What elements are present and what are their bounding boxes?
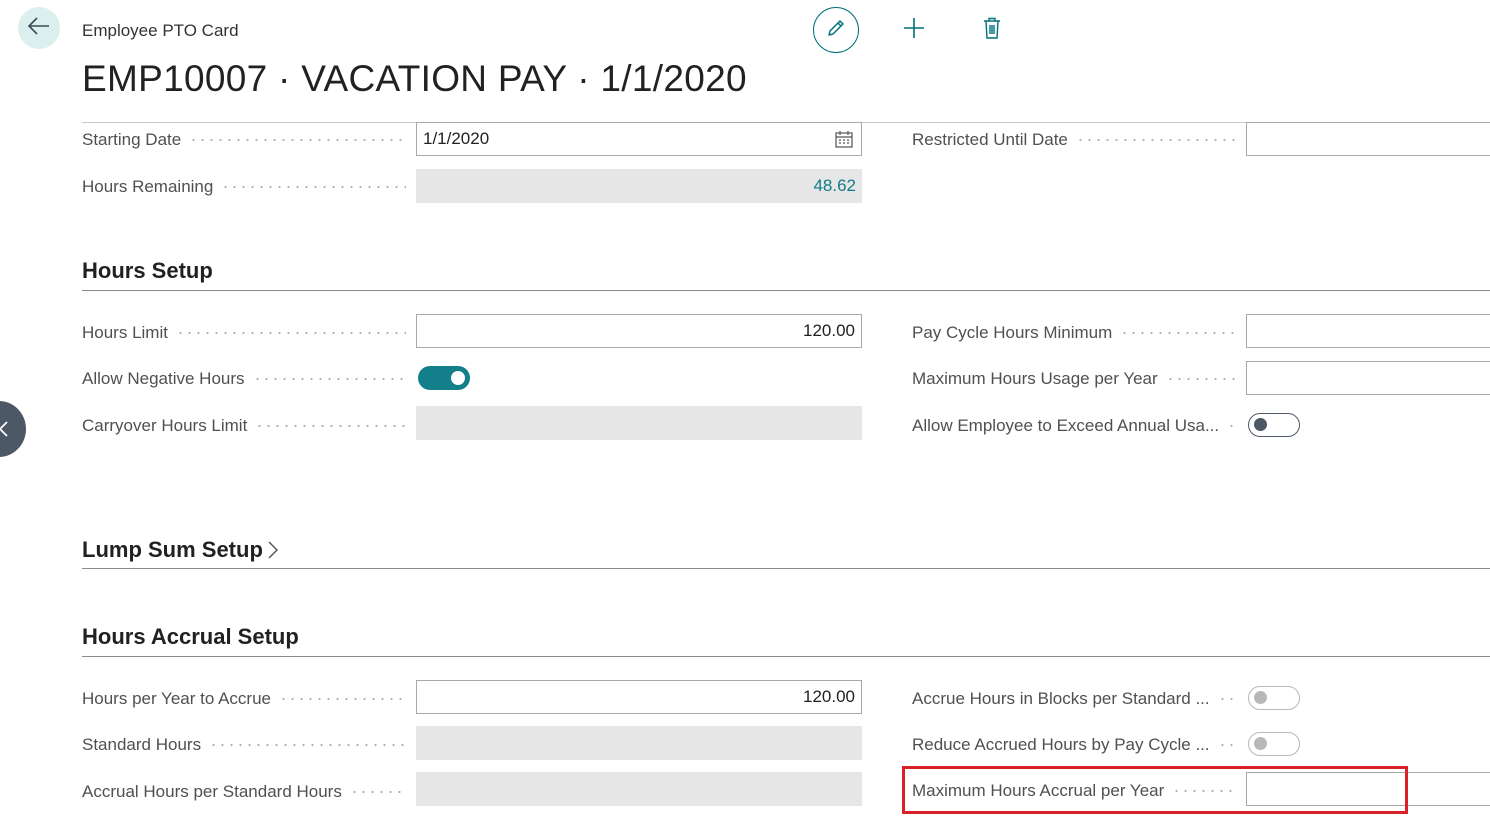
lump-sum-setup-title[interactable]: Lump Sum Setup: [82, 537, 279, 563]
restricted-until-date-field[interactable]: [1246, 122, 1490, 156]
lump-sum-divider: [82, 568, 1490, 569]
side-panel-tab[interactable]: [0, 401, 26, 457]
back-button[interactable]: [18, 7, 60, 49]
hours-accrual-divider: [82, 656, 1490, 657]
arrow-left-icon: [27, 16, 50, 40]
standard-hours-field[interactable]: [416, 726, 862, 760]
pay-cycle-hours-minimum-field[interactable]: [1246, 314, 1490, 348]
accrual-per-standard-field[interactable]: [416, 772, 862, 806]
reduce-accrued-toggle[interactable]: [1248, 732, 1300, 756]
accrue-blocks-label: Accrue Hours in Blocks per Standard ...: [912, 687, 1240, 711]
carryover-hours-limit-label: Carryover Hours Limit: [82, 414, 410, 438]
restricted-until-date-label: Restricted Until Date: [912, 128, 1240, 152]
allow-negative-hours-toggle[interactable]: [418, 366, 470, 390]
hours-remaining-value[interactable]: 48.62: [416, 169, 862, 203]
allow-exceed-usage-label: Allow Employee to Exceed Annual Usa...: [912, 414, 1240, 438]
chevron-left-icon: [0, 421, 9, 442]
max-hours-usage-field[interactable]: [1246, 361, 1490, 395]
hours-setup-divider: [82, 290, 1490, 291]
lump-sum-setup-label: Lump Sum Setup: [82, 537, 263, 562]
add-button[interactable]: [900, 16, 928, 44]
highlight-box: [902, 766, 1408, 814]
hours-per-year-label: Hours per Year to Accrue: [82, 687, 410, 711]
page-subtitle: Employee PTO Card: [82, 21, 239, 40]
page-title: EMP10007 · VACATION PAY · 1/1/2020: [82, 58, 747, 99]
hours-per-year-field[interactable]: 120.00: [416, 680, 862, 714]
chevron-right-icon: [267, 541, 279, 559]
allow-exceed-usage-toggle[interactable]: [1248, 413, 1300, 437]
edit-button[interactable]: [813, 7, 859, 53]
carryover-hours-limit-field[interactable]: [416, 406, 862, 440]
hours-remaining-label: Hours Remaining: [82, 175, 410, 199]
accrual-per-standard-label: Accrual Hours per Standard Hours: [82, 780, 410, 804]
calendar-icon[interactable]: [835, 131, 853, 153]
hours-limit-label: Hours Limit: [82, 321, 410, 345]
pay-cycle-hours-minimum-label: Pay Cycle Hours Minimum: [912, 321, 1240, 345]
trash-icon: [983, 17, 1001, 44]
starting-date-value: 1/1/2020: [423, 129, 490, 148]
allow-negative-hours-label: Allow Negative Hours: [82, 367, 410, 391]
starting-date-label: Starting Date: [82, 128, 410, 152]
hours-accrual-setup-title[interactable]: Hours Accrual Setup: [82, 624, 299, 650]
hours-setup-title[interactable]: Hours Setup: [82, 258, 213, 284]
reduce-accrued-label: Reduce Accrued Hours by Pay Cycle ...: [912, 733, 1240, 757]
delete-button[interactable]: [978, 16, 1006, 44]
starting-date-field[interactable]: 1/1/2020: [416, 122, 862, 156]
pencil-icon: [826, 18, 846, 43]
max-hours-usage-label: Maximum Hours Usage per Year: [912, 367, 1240, 391]
hours-limit-field[interactable]: 120.00: [416, 314, 862, 348]
accrue-blocks-toggle[interactable]: [1248, 686, 1300, 710]
standard-hours-label: Standard Hours: [82, 733, 410, 757]
plus-icon: [903, 17, 925, 44]
